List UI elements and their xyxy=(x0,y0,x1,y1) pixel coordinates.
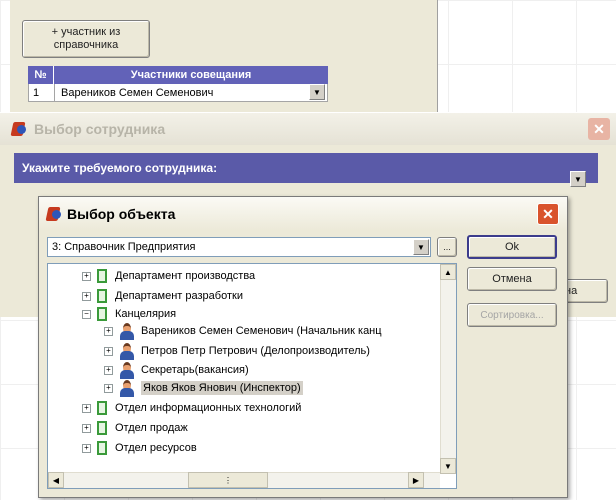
employee-window-title: Выбор сотрудника xyxy=(34,121,166,137)
chevron-down-icon: ▼ xyxy=(417,242,425,252)
tree-item[interactable]: + Департамент производства xyxy=(82,266,255,286)
table-row[interactable]: 1 Вареников Семен Семенович ▼ xyxy=(28,84,328,102)
chevron-down-icon: ▼ xyxy=(444,461,452,471)
sort-button[interactable]: Сортировка... xyxy=(467,303,557,327)
table-header: № Участники совещания xyxy=(28,66,328,84)
employee-window-titlebar[interactable]: Выбор сотрудника ✕ xyxy=(0,113,616,145)
tree-item-label: Отдел информационных технологий xyxy=(115,402,302,414)
scroll-down-button[interactable]: ▼ xyxy=(440,458,456,474)
folder-icon xyxy=(97,441,107,455)
employee-dropdown-button[interactable]: ▼ xyxy=(570,171,586,187)
more-button[interactable]: ... xyxy=(437,237,457,257)
row-participant-name: Вареников Семен Семенович xyxy=(61,86,214,99)
expand-icon[interactable]: + xyxy=(82,443,91,453)
cancel-button[interactable]: Отмена xyxy=(467,267,557,291)
tree-item-label: Отдел продаж xyxy=(115,422,188,434)
tree-item-label: Яков Яков Янович (Инспектор) xyxy=(141,381,303,395)
close-icon: ✕ xyxy=(593,120,605,137)
scroll-thumb[interactable]: ⋮ xyxy=(188,472,268,488)
header-num: № xyxy=(28,66,54,84)
scroll-right-button[interactable]: ▶ xyxy=(408,472,424,488)
employee-prompt: Укажите требуемого сотрудника: xyxy=(14,153,598,183)
close-icon: ✕ xyxy=(542,205,554,222)
tree-item[interactable]: + Вареников Семен Семенович (Начальник к… xyxy=(104,321,382,341)
more-button-label: ... xyxy=(443,242,451,252)
employee-prompt-text: Укажите требуемого сотрудника: xyxy=(22,161,218,175)
folder-icon xyxy=(97,269,107,283)
collapse-icon[interactable]: − xyxy=(82,309,91,319)
catalog-dropdown-button[interactable]: ▼ xyxy=(413,239,429,255)
person-icon xyxy=(119,322,135,340)
tree-item[interactable]: + Департамент разработки xyxy=(82,286,243,306)
horizontal-scrollbar[interactable]: ◀ ⋮ ▶ xyxy=(48,472,440,488)
chevron-right-icon: ▶ xyxy=(412,475,420,485)
person-icon xyxy=(119,361,135,379)
expand-icon[interactable]: + xyxy=(82,271,91,281)
object-dialog: Выбор объекта ✕ 3: Справочник Предприяти… xyxy=(38,196,568,498)
scroll-left-button[interactable]: ◀ xyxy=(48,472,64,488)
chevron-up-icon: ▲ xyxy=(444,267,452,277)
object-dialog-titlebar[interactable]: Выбор объекта ✕ xyxy=(39,197,567,231)
close-button[interactable]: ✕ xyxy=(537,203,559,225)
tree-item-label: Петров Петр Петрович (Делопроизводитель) xyxy=(141,345,370,357)
expand-icon[interactable]: + xyxy=(104,346,113,356)
person-icon xyxy=(119,379,135,397)
expand-icon[interactable]: + xyxy=(104,365,113,375)
close-button[interactable]: ✕ xyxy=(588,118,610,140)
participants-table: № Участники совещания 1 Вареников Семен … xyxy=(28,66,328,102)
object-tree[interactable]: + Департамент производства + Департамент… xyxy=(47,263,457,489)
tree-item[interactable]: + Отдел продаж xyxy=(82,418,188,438)
expand-icon[interactable]: + xyxy=(104,383,113,393)
header-participants: Участники совещания xyxy=(54,66,328,84)
folder-icon xyxy=(97,421,107,435)
tree-item[interactable]: + Отдел ресурсов xyxy=(82,438,197,458)
cancel-button-label: Отмена xyxy=(492,273,532,285)
tree-item-selected[interactable]: + Яков Яков Янович (Инспектор) xyxy=(104,378,303,398)
ok-button-label: Ok xyxy=(504,241,520,253)
ok-button[interactable]: Ok xyxy=(467,235,557,259)
chevron-down-icon: ▼ xyxy=(574,174,582,184)
object-dialog-title: Выбор объекта xyxy=(67,206,176,222)
tree-item-label: Канцелярия xyxy=(115,308,177,320)
expand-icon[interactable]: + xyxy=(82,291,91,301)
chevron-left-icon: ◀ xyxy=(52,475,60,485)
tree-item-label: Департамент производства xyxy=(115,270,256,282)
chevron-down-icon: ▼ xyxy=(313,87,321,97)
tree-item-label: Секретарь(вакансия) xyxy=(141,364,249,376)
add-participant-label: + участник из справочника xyxy=(51,26,121,51)
sort-button-label: Сортировка... xyxy=(480,309,544,321)
tree-item-label: Вареников Семен Семенович (Начальник кан… xyxy=(141,325,382,337)
folder-icon xyxy=(97,307,107,321)
scroll-up-button[interactable]: ▲ xyxy=(440,264,456,280)
tree-item-label: Отдел ресурсов xyxy=(115,442,197,454)
row-participant-cell[interactable]: Вареников Семен Семенович ▼ xyxy=(55,84,327,101)
expand-icon[interactable]: + xyxy=(82,403,91,413)
add-participant-button[interactable]: + участник из справочника xyxy=(22,20,150,58)
person-icon xyxy=(119,342,135,360)
app-icon xyxy=(10,120,28,138)
tree-item[interactable]: + Петров Петр Петрович (Делопроизводител… xyxy=(104,341,370,361)
tree-item-label: Департамент разработки xyxy=(115,290,243,302)
tree-item[interactable]: + Секретарь(вакансия) xyxy=(104,360,249,380)
app-icon xyxy=(45,205,63,223)
expand-icon[interactable]: + xyxy=(104,326,113,336)
vertical-scrollbar[interactable]: ▲ ▼ xyxy=(440,264,456,474)
row-num: 1 xyxy=(29,84,55,101)
folder-icon xyxy=(97,401,107,415)
catalog-combobox[interactable]: 3: Справочник Предприятия ▼ xyxy=(47,237,431,257)
expand-icon[interactable]: + xyxy=(82,423,91,433)
grip-icon: ⋮ xyxy=(224,475,232,485)
row-dropdown-button[interactable]: ▼ xyxy=(309,84,325,100)
catalog-combobox-value: 3: Справочник Предприятия xyxy=(52,241,196,253)
folder-icon xyxy=(97,289,107,303)
tree-item[interactable]: + Отдел информационных технологий xyxy=(82,398,301,418)
participants-window: + участник из справочника № Участники со… xyxy=(10,0,438,118)
